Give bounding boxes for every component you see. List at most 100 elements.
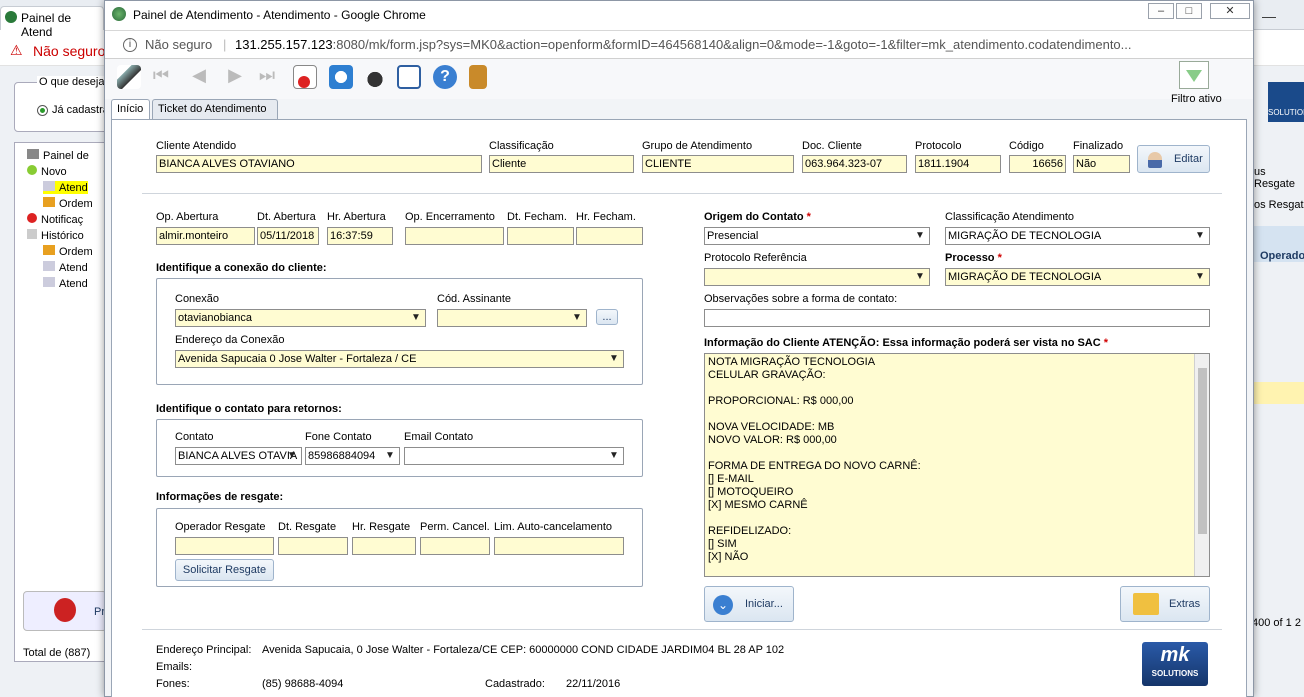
fone-select[interactable]: 85986884094 ▼ xyxy=(305,447,400,465)
user-icon xyxy=(1148,152,1162,168)
tree-item-6[interactable]: Ordem xyxy=(43,245,93,258)
more-button[interactable]: ... xyxy=(596,309,618,325)
chevron-down-icon: ⌄ xyxy=(713,595,733,615)
edit-pen-icon[interactable] xyxy=(117,65,141,89)
cod-assinante-select[interactable]: ▼ xyxy=(437,309,587,327)
help-icon[interactable]: ? xyxy=(433,65,457,89)
grupo-field[interactable]: CLIENTE xyxy=(642,155,794,173)
fones-label: Fones: xyxy=(156,678,190,690)
protocolo-field[interactable]: 1811.1904 xyxy=(915,155,1001,173)
dt-resgate-field[interactable] xyxy=(278,537,348,555)
filter-label: Filtro ativo xyxy=(1171,93,1222,105)
tab-inicio[interactable]: Início xyxy=(111,99,150,120)
processo-select[interactable]: MIGRAÇÃO DE TECNOLOGIA ▼ xyxy=(945,268,1210,286)
first-icon[interactable]: ⏮ xyxy=(149,65,173,89)
info-cliente-textarea[interactable]: NOTA MIGRAÇÃO TECNOLOGIA CELULAR GRAVAÇÃ… xyxy=(704,353,1210,577)
background-tab[interactable]: Painel de Atend xyxy=(0,6,104,39)
footer-divider xyxy=(142,629,1222,630)
doc-field[interactable]: 063.964.323-07 xyxy=(802,155,907,173)
extras-button[interactable]: Extras xyxy=(1120,586,1210,622)
background-right-panel: SOLUTION us Resgate os Resgat Operado 40… xyxy=(1250,66,1304,697)
main-panel: Cliente Atendido BIANCA ALVES OTAVIANO C… xyxy=(111,119,1247,697)
scrollbar-thumb[interactable] xyxy=(1198,368,1207,534)
lim-auto-cancel-field[interactable] xyxy=(494,537,624,555)
tree-item-7[interactable]: Atend xyxy=(43,261,88,274)
header-divider xyxy=(142,193,1222,194)
op-resgate-field[interactable] xyxy=(175,537,274,555)
classificacao-atendimento-select[interactable]: MIGRAÇÃO DE TECNOLOGIA ▼ xyxy=(945,227,1210,245)
op-resgate-label: Operador Resgate xyxy=(175,521,266,533)
dt-abertura-label: Dt. Abertura xyxy=(257,211,316,223)
hr-fecham-field[interactable] xyxy=(576,227,643,245)
right-selected-row[interactable] xyxy=(1254,382,1304,404)
dt-fecham-field[interactable] xyxy=(507,227,574,245)
hr-resgate-field[interactable] xyxy=(352,537,416,555)
email-select[interactable]: ▼ xyxy=(404,447,624,465)
filter-icon[interactable] xyxy=(1179,61,1209,89)
right-pagination: 400 of 1 2 xyxy=(1252,617,1301,629)
textarea-scrollbar[interactable] xyxy=(1194,354,1209,576)
radio-button[interactable] xyxy=(37,105,48,116)
pra-button[interactable]: Pra xyxy=(23,591,111,631)
hr-fecham-label: Hr. Fecham. xyxy=(576,211,636,223)
tree-item-1[interactable]: Novo xyxy=(27,165,67,178)
info-icon[interactable]: i xyxy=(123,38,137,52)
op-abertura-field[interactable]: almir.monteiro xyxy=(156,227,255,245)
tree-panel: Painel de Novo Atend Ordem Notificaç His… xyxy=(14,142,111,662)
tree-item-0[interactable]: Painel de xyxy=(27,149,89,162)
right-logo: SOLUTION xyxy=(1268,82,1304,122)
finalizado-field[interactable]: Não xyxy=(1073,155,1130,173)
codigo-field[interactable]: 16656 xyxy=(1009,155,1066,173)
tab-ticket[interactable]: Ticket do Atendimento xyxy=(152,99,278,119)
solicitar-resgate-button[interactable]: Solicitar Resgate xyxy=(175,559,274,581)
conexao-select[interactable]: otavianobianca ▼ xyxy=(175,309,426,327)
tree-item-2[interactable]: Atend xyxy=(43,181,88,194)
spy-icon[interactable] xyxy=(363,65,387,89)
finalizado-label: Finalizado xyxy=(1073,140,1124,152)
last-icon[interactable]: ⏭ xyxy=(255,65,279,89)
perm-cancel-field[interactable] xyxy=(420,537,490,555)
maximize-button[interactable]: □ xyxy=(1176,3,1202,19)
cod-assinante-label: Cód. Assinante xyxy=(437,293,511,305)
chevron-down-icon: ▼ xyxy=(915,271,925,282)
editar-button[interactable]: Editar xyxy=(1137,145,1210,173)
protocolo-referencia-select[interactable]: ▼ xyxy=(704,268,930,286)
classificacao-field[interactable]: Cliente xyxy=(489,155,634,173)
dt-abertura-field[interactable]: 05/11/2018 xyxy=(257,227,319,245)
delete-doc-icon[interactable] xyxy=(293,65,317,89)
cliente-field[interactable]: BIANCA ALVES OTAVIANO xyxy=(156,155,482,173)
iniciar-label: Iniciar... xyxy=(745,598,783,610)
form-icon[interactable] xyxy=(397,65,421,89)
url-field[interactable]: 131.255.157.123:8080/mk/form.jsp?sys=MK0… xyxy=(235,31,1132,59)
observacoes-field[interactable] xyxy=(704,309,1210,327)
email-label: Email Contato xyxy=(404,431,474,443)
info-cliente-text: NOTA MIGRAÇÃO TECNOLOGIA CELULAR GRAVAÇÃ… xyxy=(708,356,921,563)
refresh-icon[interactable] xyxy=(329,65,353,89)
hr-abertura-field[interactable]: 16:37:59 xyxy=(327,227,393,245)
classificacao-atendimento-label: Classificação Atendimento xyxy=(945,211,1075,223)
prev-icon[interactable]: ◀ xyxy=(187,65,211,89)
endereco-conexao-select[interactable]: Avenida Sapucaia 0 Jose Walter - Fortale… xyxy=(175,350,624,368)
folder-icon xyxy=(1133,593,1159,615)
contato-section-title: Identifique o contato para retornos: xyxy=(156,403,342,415)
minimize-button[interactable]: – xyxy=(1148,3,1174,19)
tree-item-3[interactable]: Ordem xyxy=(43,197,93,210)
contato-select[interactable]: BIANCA ALVES OTAVIA ▼ xyxy=(175,447,302,465)
origem-select[interactable]: Presencial ▼ xyxy=(704,227,930,245)
popup-titlebar: Painel de Atendimento - Atendimento - Go… xyxy=(105,1,1253,31)
tree-item-8[interactable]: Atend xyxy=(43,277,88,290)
exit-door-icon[interactable] xyxy=(469,65,487,89)
dt-resgate-label: Dt. Resgate xyxy=(278,521,337,533)
iniciar-button[interactable]: ⌄ Iniciar... xyxy=(704,586,794,622)
popup-title: Painel de Atendimento - Atendimento - Go… xyxy=(133,8,426,22)
codigo-label: Código xyxy=(1009,140,1044,152)
tree-item-4[interactable]: Notificaç xyxy=(27,213,83,226)
cadastrado-label: Cadastrado: xyxy=(485,678,545,690)
endereco-conexao-label: Endereço da Conexão xyxy=(175,334,285,346)
tree-item-5[interactable]: Histórico xyxy=(27,229,84,242)
op-encerramento-field[interactable] xyxy=(405,227,504,245)
next-icon[interactable]: ▶ xyxy=(223,65,247,89)
cadastrado-value: 22/11/2016 xyxy=(566,678,621,690)
close-button[interactable]: ✕ xyxy=(1210,3,1250,19)
minimize-icon[interactable]: — xyxy=(1262,8,1276,24)
